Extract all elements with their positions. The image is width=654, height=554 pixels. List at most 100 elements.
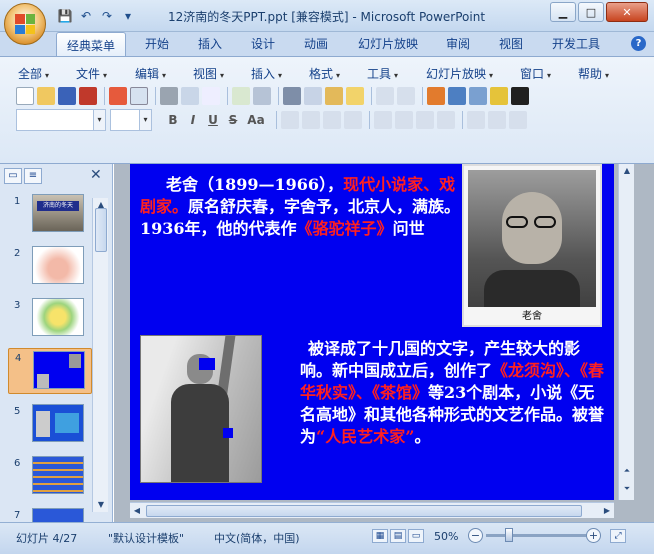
help-icon[interactable]: ? — [631, 36, 646, 51]
outline-tab[interactable]: ≡ — [24, 168, 42, 184]
tab-insert[interactable]: 插入 — [198, 35, 222, 52]
thumbnail-scrollbar[interactable]: ▲ ▼ — [92, 198, 108, 512]
menu-insert[interactable]: 插入 ▾ — [251, 65, 282, 82]
format-painter-icon[interactable] — [346, 87, 364, 105]
insert-icon[interactable] — [469, 87, 487, 105]
research-icon[interactable] — [253, 87, 271, 105]
maximize-button[interactable]: □ — [578, 2, 604, 22]
menu-window[interactable]: 窗口 ▾ — [520, 65, 551, 82]
increase-indent-icon[interactable] — [437, 111, 455, 129]
tab-classic-menu[interactable]: 经典菜单 — [56, 32, 127, 57]
page-icon[interactable] — [202, 87, 220, 105]
black-white-icon[interactable] — [511, 87, 529, 105]
decrease-indent-icon[interactable] — [416, 111, 434, 129]
print-preview-icon[interactable] — [109, 87, 127, 105]
copy-icon[interactable] — [304, 87, 322, 105]
italic-button[interactable]: I — [186, 113, 200, 127]
align-right-icon[interactable] — [323, 111, 341, 129]
numbering-icon[interactable] — [374, 111, 392, 129]
align-left-icon[interactable] — [281, 111, 299, 129]
standing-photo[interactable] — [140, 335, 262, 483]
new-icon[interactable] — [16, 87, 34, 105]
redo-icon[interactable]: ↷ — [98, 7, 116, 25]
slide-paragraph-2[interactable]: 被译成了十几国的文字，产生较大的影响。新中国成立后，创作了《龙须沟》、《春华秋实… — [300, 338, 608, 448]
slide-thumb-6[interactable]: 6 — [8, 454, 92, 498]
spelling-icon[interactable] — [232, 87, 250, 105]
tab-design[interactable]: 设计 — [251, 35, 275, 52]
align-center-icon[interactable] — [302, 111, 320, 129]
font-name-combo[interactable]: ▾ — [16, 109, 106, 131]
normal-view-icon[interactable]: ▦ — [372, 529, 388, 543]
bullets-icon[interactable] — [395, 111, 413, 129]
tab-home[interactable]: 开始 — [145, 35, 169, 52]
close-button[interactable]: ✕ — [606, 2, 648, 22]
grow-font-icon[interactable] — [488, 111, 506, 129]
previous-slide-icon[interactable]: ⏶ — [619, 464, 635, 478]
slides-tab[interactable]: ▭ — [4, 168, 22, 184]
paste-icon[interactable] — [325, 87, 343, 105]
zoom-out-button[interactable]: − — [468, 528, 483, 543]
scroll-up-icon[interactable]: ▲ — [619, 164, 635, 178]
zoom-slider-handle[interactable] — [505, 528, 513, 542]
office-button[interactable] — [4, 3, 46, 45]
undo-icon[interactable] — [376, 87, 394, 105]
sorter-view-icon[interactable]: ▤ — [390, 529, 406, 543]
email-icon[interactable] — [130, 87, 148, 105]
current-slide[interactable]: 老舍（1899—1966），现代小说家、戏剧家。原名舒庆春，字舍予，北京人，满族… — [130, 164, 614, 500]
save-icon[interactable]: 💾 — [56, 7, 74, 25]
slide-paragraph-1[interactable]: 老舍（1899—1966），现代小说家、戏剧家。原名舒庆春，字舍予，北京人，满族… — [140, 174, 462, 240]
font-size-combo[interactable]: ▾ — [110, 109, 152, 131]
menu-tools[interactable]: 工具 ▾ — [367, 65, 398, 82]
slide-thumb-4[interactable]: 4 — [8, 348, 92, 394]
qat-more-icon[interactable]: ▾ — [119, 7, 137, 25]
scroll-thumb[interactable] — [146, 505, 582, 517]
menu-view[interactable]: 视图 ▾ — [193, 65, 224, 82]
cut-icon[interactable] — [283, 87, 301, 105]
slide-horizontal-scrollbar[interactable]: ◀ ▶ — [130, 502, 614, 518]
slide-thumb-1[interactable]: 1 济南的冬天 — [8, 192, 92, 236]
menu-all[interactable]: 全部 ▾ — [18, 65, 49, 82]
slide-thumb-2[interactable]: 2 — [8, 244, 92, 288]
next-slide-icon[interactable]: ⏷ — [619, 482, 635, 496]
scroll-right-icon[interactable]: ▶ — [600, 503, 614, 519]
slide-thumb-3[interactable]: 3 — [8, 296, 92, 340]
scroll-down-icon[interactable]: ▼ — [93, 498, 109, 512]
menu-format[interactable]: 格式 ▾ — [309, 65, 340, 82]
pane-close-icon[interactable]: ✕ — [90, 167, 102, 183]
slide-thumb-7[interactable]: 7 — [8, 506, 92, 522]
tab-slideshow[interactable]: 幻灯片放映 — [358, 35, 418, 52]
shrink-font-icon[interactable] — [509, 111, 527, 129]
menu-file[interactable]: 文件 ▾ — [76, 65, 107, 82]
scroll-left-icon[interactable]: ◀ — [130, 503, 144, 519]
zoom-slider[interactable] — [486, 534, 586, 537]
scroll-thumb[interactable] — [95, 208, 107, 252]
underline-button[interactable]: U — [206, 113, 220, 127]
menu-edit[interactable]: 编辑 ▾ — [135, 65, 166, 82]
portrait-photo[interactable]: 老舍 — [462, 164, 602, 327]
color-grayscale-icon[interactable] — [490, 87, 508, 105]
chart-icon[interactable] — [427, 87, 445, 105]
font-color-icon[interactable] — [467, 111, 485, 129]
permission-icon[interactable] — [79, 87, 97, 105]
undo-icon[interactable]: ↶ — [77, 7, 95, 25]
fit-to-window-icon[interactable]: ⤢ — [610, 529, 626, 543]
save-icon[interactable] — [58, 87, 76, 105]
minimize-button[interactable]: ▁ — [550, 2, 576, 22]
bold-button[interactable]: B — [166, 113, 180, 127]
slide-thumb-5[interactable]: 5 — [8, 402, 92, 446]
change-case-button[interactable]: Aa — [246, 113, 266, 127]
slide-vertical-scrollbar[interactable]: ▲ ⏶ ⏷ — [618, 164, 634, 500]
open-icon[interactable] — [37, 87, 55, 105]
redo-icon[interactable] — [397, 87, 415, 105]
menu-slideshow[interactable]: 幻灯片放映 ▾ — [426, 65, 493, 82]
print-icon[interactable] — [160, 87, 178, 105]
slideshow-view-icon[interactable]: ▭ — [408, 529, 424, 543]
preview-icon[interactable] — [181, 87, 199, 105]
tab-animation[interactable]: 动画 — [304, 35, 328, 52]
menu-help[interactable]: 帮助 ▾ — [578, 65, 609, 82]
tab-view[interactable]: 视图 — [499, 35, 523, 52]
tab-review[interactable]: 审阅 — [446, 35, 470, 52]
justify-icon[interactable] — [344, 111, 362, 129]
strikethrough-button[interactable]: S — [226, 113, 240, 127]
tab-developer[interactable]: 开发工具 — [552, 35, 600, 52]
